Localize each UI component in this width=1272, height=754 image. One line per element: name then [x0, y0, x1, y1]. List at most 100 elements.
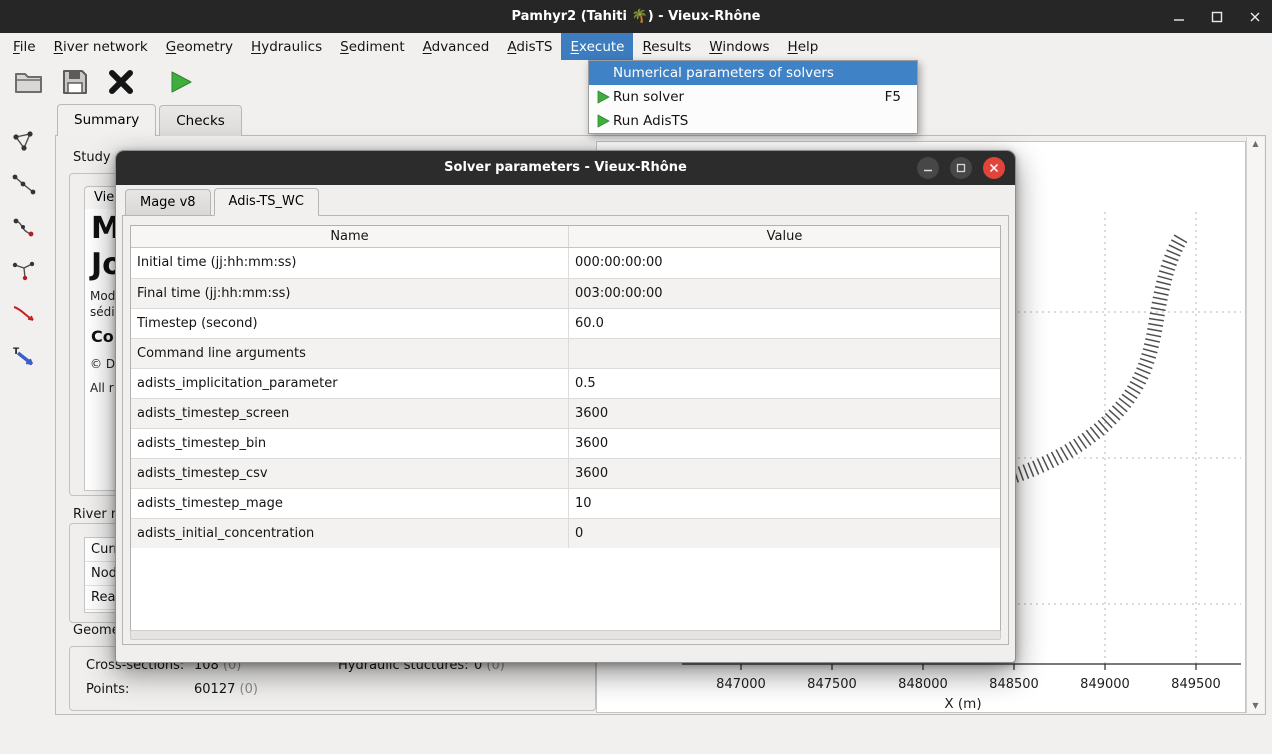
- run-solver-icon[interactable]: [164, 65, 198, 99]
- study-doc-copyright: © D: [90, 357, 115, 371]
- solver-parameters-dialog: Solver parameters - Vieux-Rhône Mage v8 …: [115, 150, 1016, 663]
- scroll-down-icon[interactable]: ▼: [1252, 702, 1258, 710]
- param-value[interactable]: 0: [568, 519, 1000, 548]
- param-value[interactable]: 0.5: [568, 369, 1000, 398]
- left-toolbar: T: [0, 115, 47, 715]
- open-folder-icon[interactable]: [12, 65, 46, 99]
- save-icon[interactable]: [58, 65, 92, 99]
- close-icon[interactable]: [1246, 8, 1264, 26]
- dialog-title: Solver parameters - Vieux-Rhône: [116, 151, 1015, 185]
- study-doc-subtitle: Co: [91, 327, 114, 346]
- menubar: File River network Geometry Hydraulics S…: [0, 33, 1272, 60]
- study-doc-text-1: Mod: [90, 289, 115, 303]
- menu-geometry[interactable]: Geometry: [157, 33, 242, 60]
- vertical-scrollbar[interactable]: ▲ ▼: [1246, 137, 1264, 713]
- param-name: adists_implicitation_parameter: [131, 369, 568, 398]
- param-name: Final time (jj:hh:mm:ss): [131, 279, 568, 308]
- minimize-icon[interactable]: [1170, 8, 1188, 26]
- dialog-bottom-strip: [130, 630, 1001, 640]
- play-icon: [596, 114, 610, 128]
- scroll-up-icon[interactable]: ▲: [1252, 140, 1258, 148]
- close-project-icon[interactable]: [104, 65, 138, 99]
- param-name: adists_timestep_bin: [131, 429, 568, 458]
- svg-text:847500: 847500: [807, 677, 857, 692]
- table-row: Initial time (jj:hh:mm:ss) 000:00:00:00: [131, 248, 1000, 278]
- study-group-label: Study: [69, 150, 115, 165]
- tab-adis-ts-wc[interactable]: Adis-TS_WC: [214, 188, 319, 216]
- header-name[interactable]: Name: [131, 226, 568, 247]
- menu-help[interactable]: Help: [779, 33, 828, 60]
- param-value[interactable]: 3600: [568, 399, 1000, 428]
- slope-curve-icon[interactable]: [7, 297, 41, 331]
- reach-profile-icon[interactable]: [7, 168, 41, 202]
- points-value: 60127 (0): [194, 682, 258, 697]
- menu-execute[interactable]: Execute: [561, 33, 633, 60]
- dialog-titlebar[interactable]: Solver parameters - Vieux-Rhône: [116, 151, 1015, 185]
- svg-text:849500: 849500: [1171, 677, 1221, 692]
- param-name: adists_initial_concentration: [131, 519, 568, 548]
- menu-river-network[interactable]: River network: [45, 33, 157, 60]
- application-window: Pamhyr2 (Tahiti 🌴) - Vieux-Rhône File Ri…: [0, 0, 1272, 754]
- river-reach-path: [1000, 238, 1181, 480]
- dialog-minimize-icon[interactable]: [917, 157, 939, 179]
- menu-windows[interactable]: Windows: [700, 33, 778, 60]
- x-axis-label: X (m): [944, 696, 981, 712]
- param-value[interactable]: [568, 339, 1000, 368]
- menu-file[interactable]: File: [4, 33, 45, 60]
- table-header: Name Value: [131, 226, 1000, 248]
- table-row: adists_initial_concentration 0: [131, 518, 1000, 548]
- menu-results[interactable]: Results: [633, 33, 700, 60]
- table-row: adists_timestep_screen 3600: [131, 398, 1000, 428]
- river-network-icon[interactable]: [7, 125, 41, 159]
- points-label: Points:: [86, 682, 129, 697]
- tab-mage-v8[interactable]: Mage v8: [125, 189, 211, 216]
- network-nodes-icon[interactable]: [7, 211, 41, 245]
- param-value[interactable]: 3600: [568, 429, 1000, 458]
- initial-conditions-icon[interactable]: T: [7, 340, 41, 374]
- menu-sediment[interactable]: Sediment: [331, 33, 414, 60]
- svg-text:849000: 849000: [1080, 677, 1130, 692]
- svg-text:848000: 848000: [898, 677, 948, 692]
- dialog-maximize-icon[interactable]: [950, 157, 972, 179]
- window-title: Pamhyr2 (Tahiti 🌴) - Vieux-Rhône: [0, 0, 1272, 33]
- param-value[interactable]: 000:00:00:00: [568, 248, 1000, 278]
- dialog-tabbar: Mage v8 Adis-TS_WC: [125, 188, 322, 216]
- param-name: Command line arguments: [131, 339, 568, 368]
- menu-item-run-solver[interactable]: Run solver F5: [589, 85, 917, 109]
- table-row: Final time (jj:hh:mm:ss) 003:00:00:00: [131, 278, 1000, 308]
- table-row: Timestep (second) 60.0: [131, 308, 1000, 338]
- param-name: adists_timestep_screen: [131, 399, 568, 428]
- table-row: adists_implicitation_parameter 0.5: [131, 368, 1000, 398]
- play-icon: [596, 90, 610, 104]
- dialog-close-icon[interactable]: [983, 157, 1005, 179]
- dialog-tab-pane: Name Value Initial time (jj:hh:mm:ss) 00…: [122, 215, 1009, 645]
- param-value[interactable]: 3600: [568, 459, 1000, 488]
- execute-menu: Numerical parameters of solvers Run solv…: [588, 60, 918, 134]
- tab-summary[interactable]: Summary: [57, 104, 156, 136]
- svg-text:848500: 848500: [989, 677, 1039, 692]
- main-tabbar: Summary Checks: [57, 104, 245, 136]
- param-value[interactable]: 60.0: [568, 309, 1000, 338]
- menu-hydraulics[interactable]: Hydraulics: [242, 33, 331, 60]
- window-titlebar[interactable]: Pamhyr2 (Tahiti 🌴) - Vieux-Rhône: [0, 0, 1272, 33]
- x-axis-tick-labels: 847000 847500 848000 848500 849000 84950…: [716, 677, 1221, 692]
- param-value[interactable]: 003:00:00:00: [568, 279, 1000, 308]
- table-row: adists_timestep_bin 3600: [131, 428, 1000, 458]
- menu-advanced[interactable]: Advanced: [414, 33, 499, 60]
- param-name: Timestep (second): [131, 309, 568, 338]
- menu-item-numerical-parameters[interactable]: Numerical parameters of solvers: [589, 61, 917, 85]
- tab-checks[interactable]: Checks: [159, 105, 242, 136]
- parameters-table: Name Value Initial time (jj:hh:mm:ss) 00…: [130, 225, 1001, 633]
- param-value[interactable]: 10: [568, 489, 1000, 518]
- table-row: adists_timestep_csv 3600: [131, 458, 1000, 488]
- menu-item-run-adists[interactable]: Run AdisTS: [589, 109, 917, 133]
- study-doc-text-2: sédi: [90, 305, 115, 319]
- param-name: adists_timestep_mage: [131, 489, 568, 518]
- maximize-icon[interactable]: [1208, 8, 1226, 26]
- param-name: Initial time (jj:hh:mm:ss): [131, 248, 568, 278]
- junction-edit-icon[interactable]: [7, 254, 41, 288]
- shortcut-label: F5: [885, 89, 901, 105]
- header-value[interactable]: Value: [568, 226, 1000, 247]
- param-name: adists_timestep_csv: [131, 459, 568, 488]
- menu-adists[interactable]: AdisTS: [498, 33, 561, 60]
